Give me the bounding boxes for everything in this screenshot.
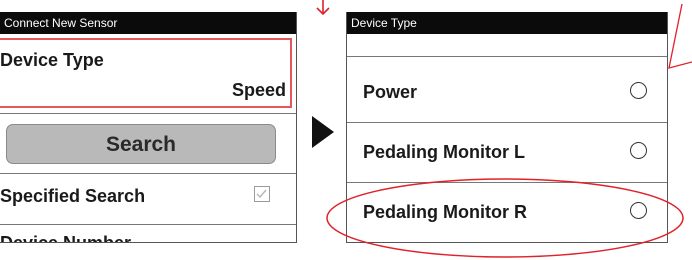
device-number-label: Device Number [0,233,132,243]
device-option-pedaling-monitor-l[interactable]: Pedaling Monitor L [347,124,667,182]
radio-button[interactable] [630,142,647,159]
option-label: Pedaling Monitor L [363,142,525,162]
radio-button[interactable] [630,202,647,219]
device-type-value: Speed [231,80,286,100]
specified-search-checkbox[interactable] [254,186,270,202]
divider [347,122,667,123]
device-type-screen: Device Type Power Pedaling Monitor L Ped… [346,12,668,243]
search-button[interactable]: Search [6,124,276,164]
device-option-pedaling-monitor-r[interactable]: Pedaling Monitor R [347,184,667,242]
callout-line [668,3,692,69]
option-label: Pedaling Monitor R [363,202,527,222]
device-type-label: Device Type [0,50,104,70]
connect-new-sensor-screen: Connect New Sensor Device Type Speed Sea… [0,12,297,243]
divider [0,113,296,114]
screen-title: Device Type [347,12,667,34]
radio-button[interactable] [630,82,647,99]
divider [0,173,296,174]
divider [0,224,296,225]
arrow-right-icon [312,116,334,148]
specified-search-label: Specified Search [0,186,146,206]
divider [347,56,667,57]
screen-title: Connect New Sensor [0,12,296,34]
device-option-power[interactable]: Power [347,64,667,122]
checkmark-icon [256,189,267,199]
divider [347,182,667,183]
down-arrow-icon [316,0,330,16]
device-type-field[interactable]: Device Type Speed [0,38,292,108]
option-label: Power [363,82,418,102]
